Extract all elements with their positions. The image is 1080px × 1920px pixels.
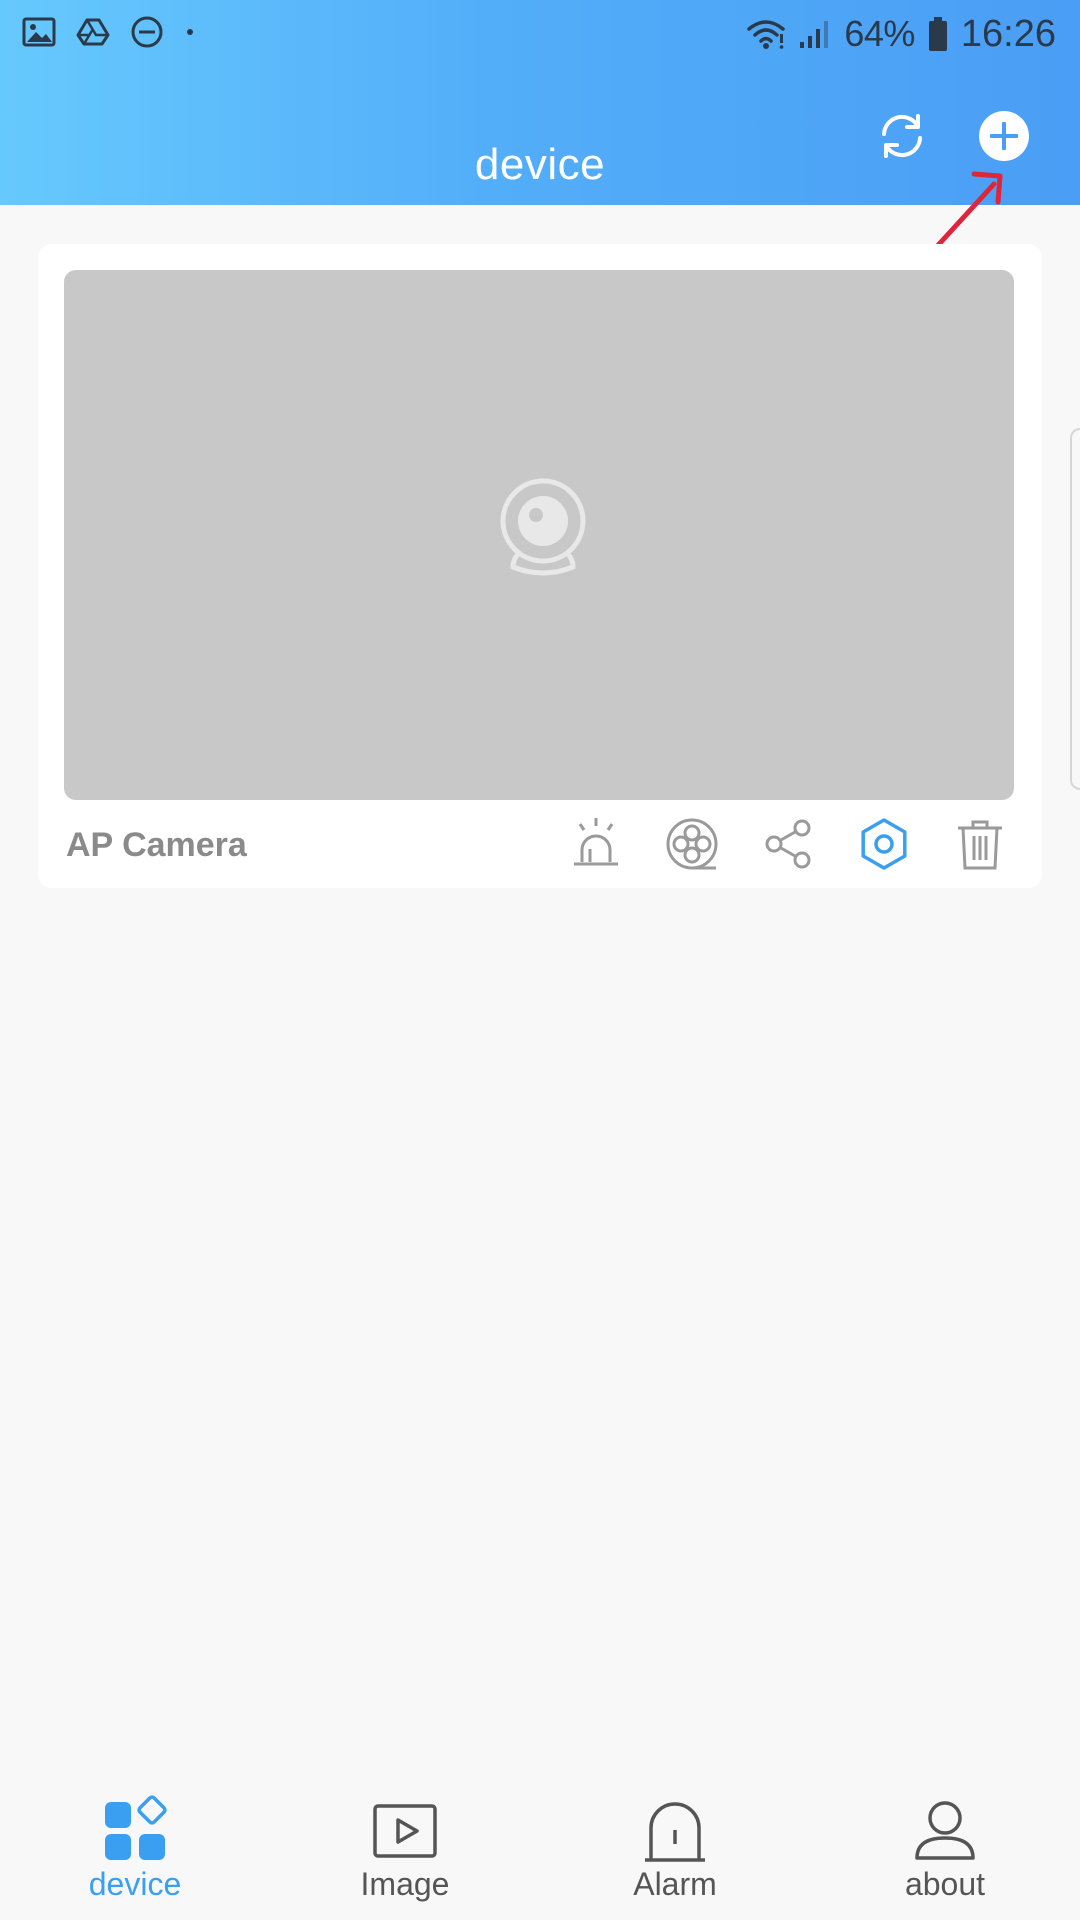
playback-button[interactable] [664, 816, 720, 872]
camera-preview[interactable] [64, 270, 1014, 800]
nav-label: about [904, 1866, 986, 1902]
siren-icon [574, 818, 618, 866]
battery-icon [928, 17, 947, 51]
alarm-button[interactable] [568, 816, 624, 872]
more-notifications-dot-icon [187, 29, 193, 35]
user-icon [915, 1801, 975, 1860]
nav-about[interactable]: about [810, 1770, 1080, 1920]
nav-device[interactable]: device [0, 1770, 270, 1920]
status-bar: 64% 16:26 [0, 0, 1080, 64]
device-grid-icon [105, 1795, 167, 1860]
device-name: AP Camera [66, 826, 247, 864]
battery-percentage: 64% [844, 13, 915, 54]
video-play-icon [373, 1804, 437, 1858]
bottom-nav: device Image Alarm about [0, 1770, 1080, 1920]
device-actions [568, 816, 1008, 872]
nav-label: Image [360, 1866, 450, 1902]
do-not-disturb-icon [131, 16, 163, 48]
delete-button[interactable] [952, 816, 1008, 872]
alarm-icon [645, 1802, 705, 1862]
share-icon [765, 819, 811, 869]
nav-label: Alarm [633, 1866, 717, 1902]
device-card: AP Camera [38, 244, 1042, 888]
status-bar-system: 64% 16:26 [746, 8, 1056, 60]
wifi-icon [747, 20, 786, 49]
nav-label: device [88, 1866, 182, 1902]
edge-panel-handle[interactable] [1070, 428, 1080, 790]
gallery-notification-icon [22, 17, 56, 47]
webcam-placeholder-icon [500, 478, 586, 576]
drive-notification-icon [76, 18, 110, 46]
status-bar-notifications [22, 14, 196, 50]
share-button[interactable] [760, 816, 816, 872]
refresh-icon [882, 114, 922, 158]
add-device-button[interactable] [976, 108, 1032, 164]
gear-icon [861, 818, 907, 870]
refresh-button[interactable] [874, 108, 930, 164]
settings-button[interactable] [856, 816, 912, 872]
plus-circle-icon [979, 111, 1029, 161]
film-reel-icon [666, 818, 718, 870]
clock: 16:26 [960, 12, 1056, 55]
trash-icon [958, 820, 1002, 870]
nav-alarm[interactable]: Alarm [540, 1770, 810, 1920]
signal-icon [800, 21, 829, 48]
app-header: 64% 16:26 device [0, 0, 1080, 205]
nav-image[interactable]: Image [270, 1770, 540, 1920]
